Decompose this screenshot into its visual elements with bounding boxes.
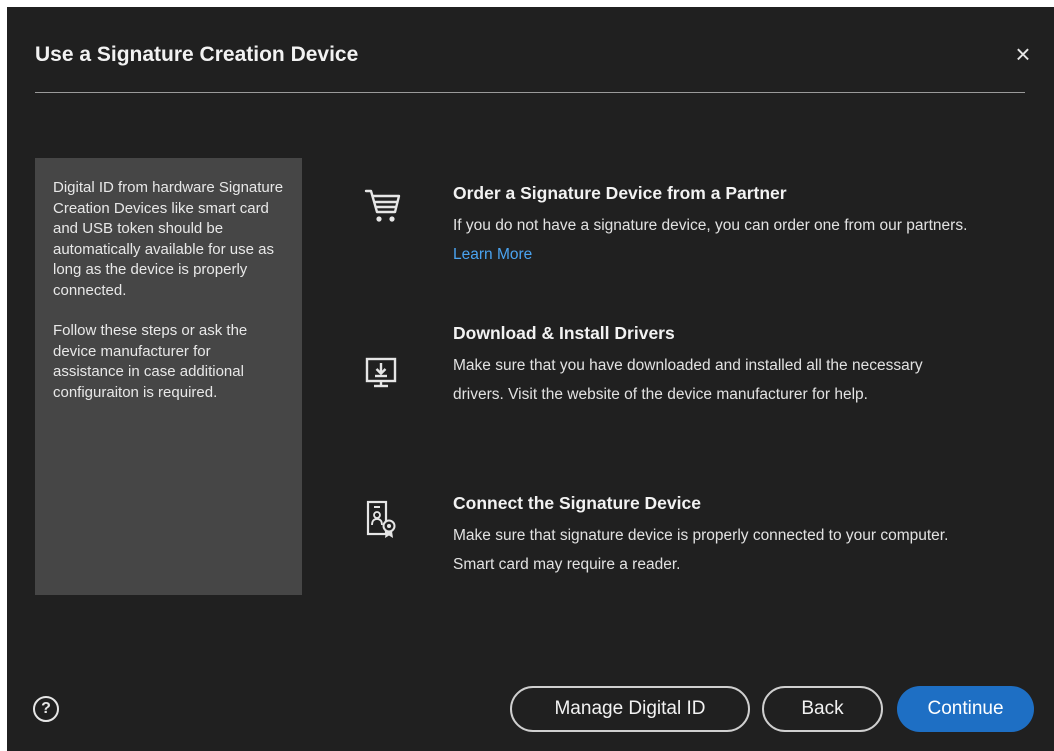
step-text: Order a Signature Device from a Partner … [453, 182, 977, 269]
step-description: Make sure that you have downloaded and i… [453, 357, 923, 403]
back-button[interactable]: Back [762, 686, 883, 732]
info-paragraph-2: Follow these steps or ask the device man… [53, 322, 248, 401]
step-text: Download & Install Drivers Make sure tha… [453, 322, 977, 409]
step-description: If you do not have a signature device, y… [453, 217, 968, 263]
step-description: Make sure that signature device is prope… [453, 527, 949, 573]
step-heading: Connect the Signature Device [453, 493, 701, 513]
info-paragraph-1: Digital ID from hardware Signature Creat… [53, 179, 284, 299]
learn-more-link[interactable]: Learn More [453, 246, 532, 263]
continue-button[interactable]: Continue [897, 686, 1034, 732]
signature-device-dialog: Use a Signature Creation Device × Digita… [7, 7, 1054, 751]
help-icon[interactable]: ? [33, 696, 59, 722]
close-icon[interactable]: × [1010, 41, 1036, 67]
step-heading: Download & Install Drivers [453, 323, 675, 343]
manage-digital-id-button[interactable]: Manage Digital ID [510, 686, 750, 732]
cart-icon [357, 182, 403, 228]
title-divider [35, 92, 1025, 93]
download-monitor-icon [357, 355, 403, 401]
step-text: Connect the Signature Device Make sure t… [453, 492, 977, 579]
certificate-device-icon [357, 496, 403, 542]
step-heading: Order a Signature Device from a Partner [453, 183, 787, 203]
dialog-title: Use a Signature Creation Device [35, 43, 359, 66]
info-panel: Digital ID from hardware Signature Creat… [35, 158, 302, 595]
